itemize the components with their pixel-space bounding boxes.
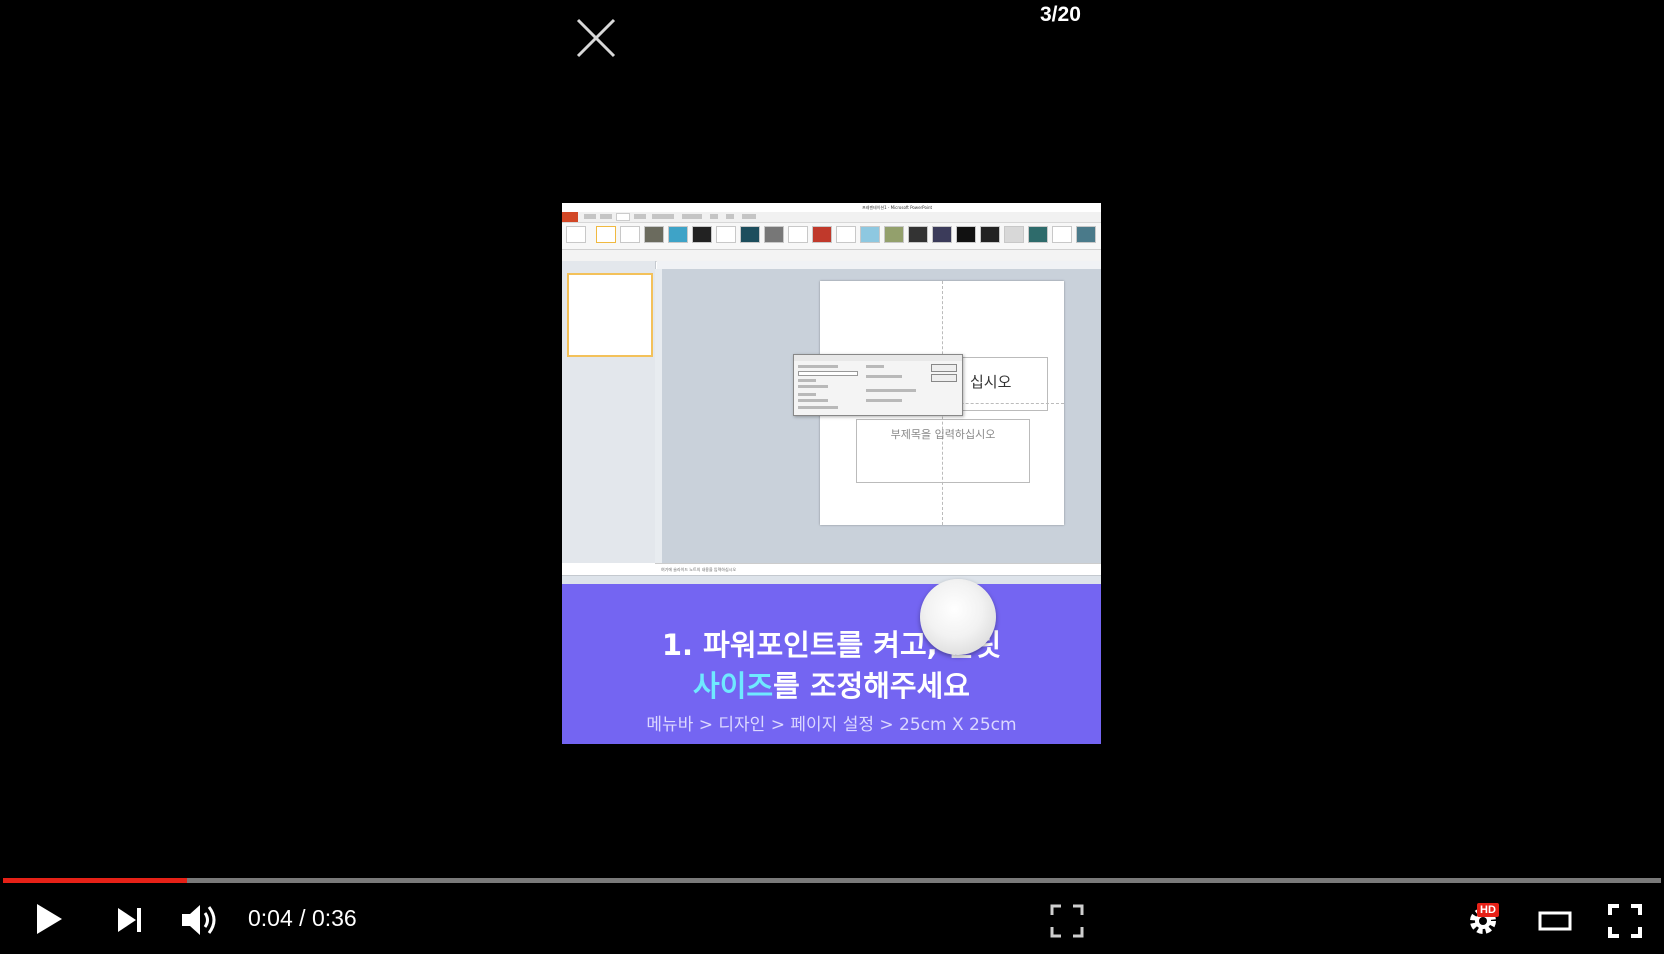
ppt-ruler (657, 261, 1101, 269)
fullscreen-button[interactable] (1608, 904, 1642, 938)
dialog-line (866, 399, 902, 402)
dialog-line (866, 365, 884, 368)
ppt-notes-text: 여기에 슬라이드 노트의 내용을 입력하십시오 (661, 567, 737, 572)
ppt-vertical-ruler (655, 269, 662, 563)
theme-thumb (1028, 226, 1048, 243)
progress-fill (3, 878, 188, 883)
theme-thumb (1004, 226, 1024, 243)
ppt-menu-item-design (616, 213, 630, 221)
caption-line2-rest: 를 조정해주세요 (773, 669, 970, 703)
theme-thumb (1076, 226, 1096, 243)
close-button[interactable] (574, 16, 618, 60)
close-icon (576, 18, 616, 58)
dialog-ok-button (931, 364, 957, 372)
play-button[interactable] (34, 902, 64, 936)
theme-thumb (764, 226, 784, 243)
theme-thumb (668, 226, 688, 243)
ppt-ribbon (562, 223, 1101, 250)
play-icon (37, 904, 62, 934)
theme-thumb (644, 226, 664, 243)
ppt-titlebar: 프레젠테이션1 - Microsoft PowerPoint (562, 203, 1101, 212)
time-current: 0:04 (248, 905, 293, 931)
dialog-line (798, 406, 838, 409)
theme-thumb (740, 226, 760, 243)
ppt-menu-item (652, 214, 674, 219)
dialog-line (798, 393, 816, 396)
volume-button[interactable] (180, 900, 222, 940)
dialog-cancel-button (931, 374, 957, 382)
dialog-line (798, 385, 828, 388)
ppt-canvas: 십시오 부제목을 입력하십시오 (662, 269, 1101, 563)
theme-thumb (860, 226, 880, 243)
hd-badge: HD (1477, 903, 1499, 917)
ppt-slide-thumbnail (567, 273, 653, 357)
ppt-slide-pane (562, 261, 656, 563)
ppt-menu-item (634, 214, 646, 219)
caption-line1: 1. 파워포인트를 켜고, 슬릿 (661, 628, 1002, 662)
ppt-page-setup-dialog (793, 354, 963, 416)
time-display: 0:04 / 0:36 (248, 905, 357, 932)
ppt-subtitle-placeholder: 부제목을 입력하십시오 (856, 419, 1030, 483)
ppt-page-setup-icon (566, 226, 586, 243)
dialog-line (866, 389, 916, 392)
dialog-line (798, 379, 816, 382)
caption-highlight: 사이즈 (693, 669, 774, 703)
dialog-titlebar (794, 355, 962, 361)
theater-mode-button[interactable] (1538, 909, 1572, 933)
ppt-menu-item (710, 214, 718, 219)
ppt-menu-item (726, 214, 734, 219)
miniplayer-icon (1050, 904, 1084, 938)
theme-thumb (716, 226, 736, 243)
ppt-subtitle-text: 부제목을 입력하십시오 (890, 428, 996, 441)
ppt-menubar (562, 212, 1101, 223)
theme-thumb (956, 226, 976, 243)
time-total: 0:36 (311, 905, 357, 931)
ppt-menu-item (584, 214, 596, 219)
theme-thumb (884, 226, 904, 243)
ppt-menu-item (742, 214, 756, 219)
theme-thumb (980, 226, 1000, 243)
theme-thumb (596, 226, 616, 243)
progress-bar[interactable] (3, 878, 1661, 883)
caption-banner: 1. 파워포인트를 켜고, 슬릿 사이즈를 조정해주세요 메뉴바 > 디자인 >… (562, 584, 1101, 744)
theme-thumb (812, 226, 832, 243)
volume-icon (182, 905, 216, 935)
ppt-title-text: 십시오 (970, 373, 1012, 391)
slide-counter: 3/20 (1040, 3, 1081, 26)
ppt-window-title: 프레젠테이션1 - Microsoft PowerPoint (862, 205, 933, 210)
ppt-menu-item (682, 214, 702, 219)
dialog-line (866, 375, 902, 378)
next-button[interactable] (116, 905, 144, 935)
theme-thumb (908, 226, 928, 243)
dialog-line (798, 399, 828, 402)
caption-line3: 메뉴바 > 디자인 > 페이지 설정 > 25cm X 25cm (646, 715, 1017, 735)
dialog-line (798, 365, 838, 368)
theme-thumb (620, 226, 640, 243)
caption-line2: 사이즈를 조정해주세요 (562, 663, 1101, 705)
theme-thumb (836, 226, 856, 243)
ppt-file-tab (562, 212, 578, 222)
touch-indicator (920, 579, 996, 655)
video-frame[interactable]: 프레젠테이션1 - Microsoft PowerPoint 십시오 부제목을 … (562, 203, 1101, 744)
miniplayer-button[interactable] (1050, 904, 1084, 938)
dialog-field (798, 371, 858, 376)
next-icon (118, 908, 141, 932)
theater-icon (1538, 911, 1572, 931)
theme-thumb (932, 226, 952, 243)
theme-thumb (788, 226, 808, 243)
fullscreen-icon (1608, 904, 1642, 938)
theme-thumb (1052, 226, 1072, 243)
ppt-menu-item (600, 214, 612, 219)
theme-thumb (692, 226, 712, 243)
time-separator: / (292, 905, 312, 931)
